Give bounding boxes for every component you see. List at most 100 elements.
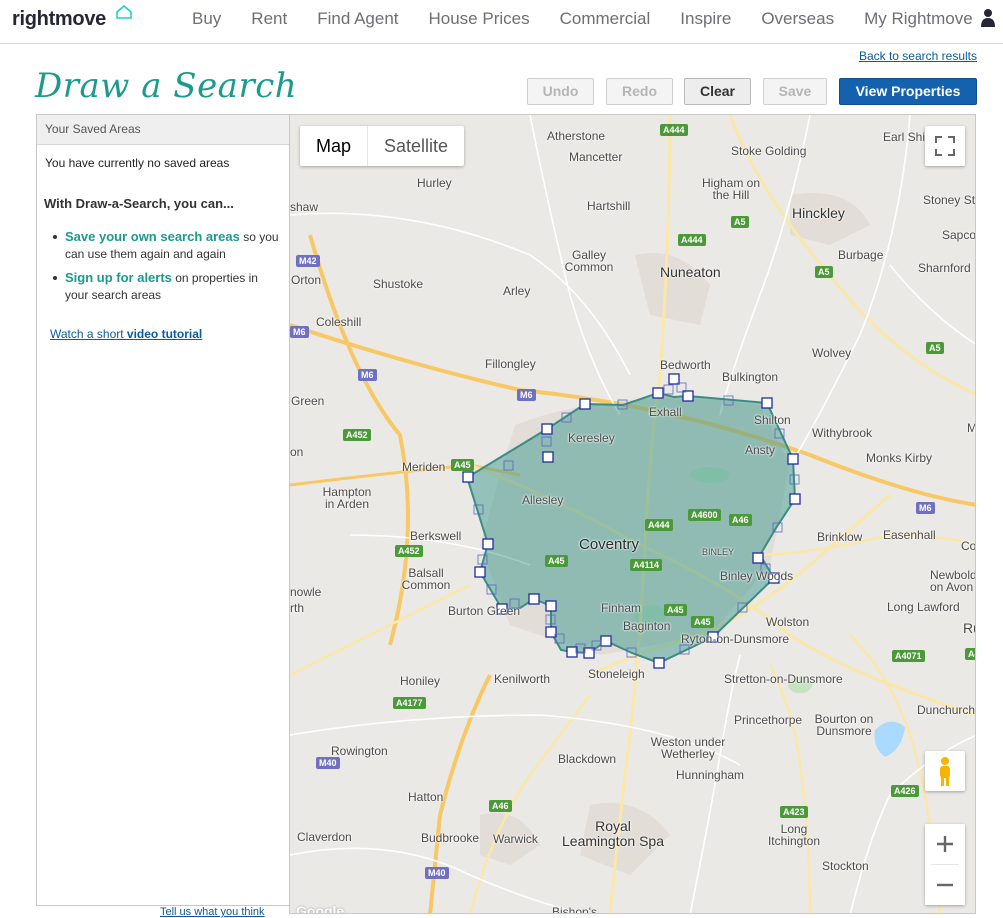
- map-label: Galley Common: [564, 248, 614, 274]
- map-label: Ansty: [745, 443, 776, 457]
- google-attribution: Google: [296, 903, 345, 914]
- video-tutorial-link[interactable]: Watch a short video tutorial: [50, 327, 202, 341]
- map-label: Ryton-on-Dunsmore: [681, 632, 790, 646]
- top-navigation: rightmove Buy Rent Find Agent House Pric…: [0, 0, 1003, 44]
- map-type-satellite-button[interactable]: Satellite: [368, 126, 464, 166]
- feature-highlight: Sign up for alerts: [65, 270, 172, 285]
- road-shield: A4: [965, 648, 975, 660]
- nav-inspire[interactable]: Inspire: [665, 0, 746, 36]
- map-label: Monks Kirby: [866, 451, 933, 465]
- view-properties-button[interactable]: View Properties: [839, 78, 977, 105]
- map-label: Arley: [503, 284, 531, 298]
- map-label: Withybrook: [812, 426, 873, 440]
- map-label: Wolvey: [812, 346, 852, 360]
- map-label: Atherstone: [547, 129, 606, 143]
- road-shield: M6: [916, 502, 935, 514]
- road-shield: A46: [729, 514, 752, 526]
- map-label: M: [967, 421, 976, 435]
- nav-find-agent[interactable]: Find Agent: [302, 0, 413, 36]
- map-label: Keresley: [568, 431, 615, 445]
- back-to-search-results-link[interactable]: Back to search results: [859, 49, 977, 63]
- user-icon[interactable]: [980, 8, 996, 28]
- road-shield: A5: [731, 216, 749, 228]
- nav-rent[interactable]: Rent: [236, 0, 302, 36]
- road-shield: A45: [451, 459, 474, 471]
- zoom-in-button[interactable]: [925, 824, 965, 864]
- map-label: Berkswell: [410, 529, 462, 543]
- map-label: BINLEY: [702, 547, 735, 557]
- map-label: Hinckley: [792, 205, 845, 221]
- nav-my-rightmove[interactable]: My Rightmove: [849, 0, 988, 36]
- road-shield: A426: [891, 785, 919, 797]
- map-label: Fillongley: [485, 357, 536, 371]
- nav-buy[interactable]: Buy: [177, 0, 236, 36]
- map-label: Hartshill: [587, 199, 631, 213]
- map-label: Bulkington: [722, 370, 779, 384]
- map-label: Long Itchington: [767, 822, 821, 848]
- map-label: Orton: [291, 273, 322, 287]
- map-label: Easenhall: [883, 528, 936, 542]
- road-shield: A423: [780, 806, 808, 818]
- map-label: Stretton-on-Dunsmore: [724, 672, 843, 686]
- video-link-prefix: Watch a short: [50, 327, 127, 341]
- undo-button[interactable]: Undo: [527, 78, 594, 105]
- road-shield: A444: [660, 124, 688, 136]
- map-label: Hurley: [417, 176, 452, 190]
- map-label: on: [290, 445, 304, 459]
- road-shield: A45: [664, 604, 687, 616]
- list-item: Save your own search areas so you can us…: [51, 228, 283, 263]
- map-label: Brinklow: [817, 530, 863, 544]
- map-tiles: [290, 115, 975, 913]
- road-shield: A45: [545, 555, 568, 567]
- map-label: Burbage: [838, 248, 884, 262]
- saved-areas-header: Your Saved Areas: [37, 115, 289, 145]
- house-logo-icon: [116, 5, 132, 19]
- map-label: Bourton on Dunsmore: [814, 712, 874, 738]
- redo-button[interactable]: Redo: [606, 78, 673, 105]
- map-label: Burton Green: [448, 604, 521, 618]
- clear-button[interactable]: Clear: [684, 78, 751, 105]
- map-label: Stoney Stanton: [923, 193, 976, 207]
- feedback-link[interactable]: Tell us what you think: [160, 906, 265, 918]
- map-label: Bishop's: [552, 905, 597, 914]
- map-label: Green: [291, 394, 325, 408]
- nav-house-prices[interactable]: House Prices: [414, 0, 545, 36]
- map-label: Hampton in Arden: [322, 485, 372, 511]
- map-label: Higham on the Hill: [701, 176, 761, 202]
- map-label: Wolston: [766, 615, 810, 629]
- road-shield: A4600: [688, 509, 721, 521]
- fullscreen-button[interactable]: [925, 126, 965, 166]
- road-shield: A444: [645, 519, 673, 531]
- map-label: Dunchurch: [917, 703, 976, 717]
- save-button[interactable]: Save: [763, 78, 827, 105]
- features-heading: With Draw-a-Search, you can...: [44, 196, 234, 211]
- road-shield: A4071: [892, 650, 925, 662]
- rightmove-logo[interactable]: rightmove: [12, 8, 106, 31]
- road-shield: A45: [691, 616, 714, 628]
- road-shield: M40: [425, 867, 449, 879]
- map-label: Nuneaton: [660, 264, 721, 280]
- road-shield: A46: [489, 800, 512, 812]
- map-label: Balsall Common: [401, 566, 451, 592]
- map-label: Stoke Golding: [731, 144, 807, 158]
- map-type-map-button[interactable]: Map: [300, 126, 369, 166]
- road-shield: M6: [290, 326, 309, 338]
- main-nav: Buy Rent Find Agent House Prices Commerc…: [177, 0, 988, 36]
- map-label: Warwick: [493, 832, 538, 846]
- map-label: Stoneleigh: [588, 667, 645, 681]
- map-label: Ru: [963, 620, 975, 636]
- map-canvas[interactable]: Atherstone Mancetter Stoke Golding Earl …: [289, 114, 976, 914]
- map-label: Binley Woods: [720, 569, 794, 583]
- nav-commercial[interactable]: Commercial: [545, 0, 666, 36]
- map-label: rth: [290, 601, 305, 615]
- road-shield: A5: [815, 266, 833, 278]
- features-list: Save your own search areas so you can us…: [51, 228, 283, 310]
- map-label: Allesley: [522, 493, 564, 507]
- road-shield: A5: [926, 342, 944, 354]
- map-label: Bedworth: [660, 358, 711, 372]
- map-label: Rowington: [331, 744, 388, 758]
- zoom-out-button[interactable]: [925, 865, 965, 905]
- street-view-pegman[interactable]: [925, 751, 965, 791]
- map-label: Coventry: [579, 536, 640, 553]
- nav-overseas[interactable]: Overseas: [746, 0, 849, 36]
